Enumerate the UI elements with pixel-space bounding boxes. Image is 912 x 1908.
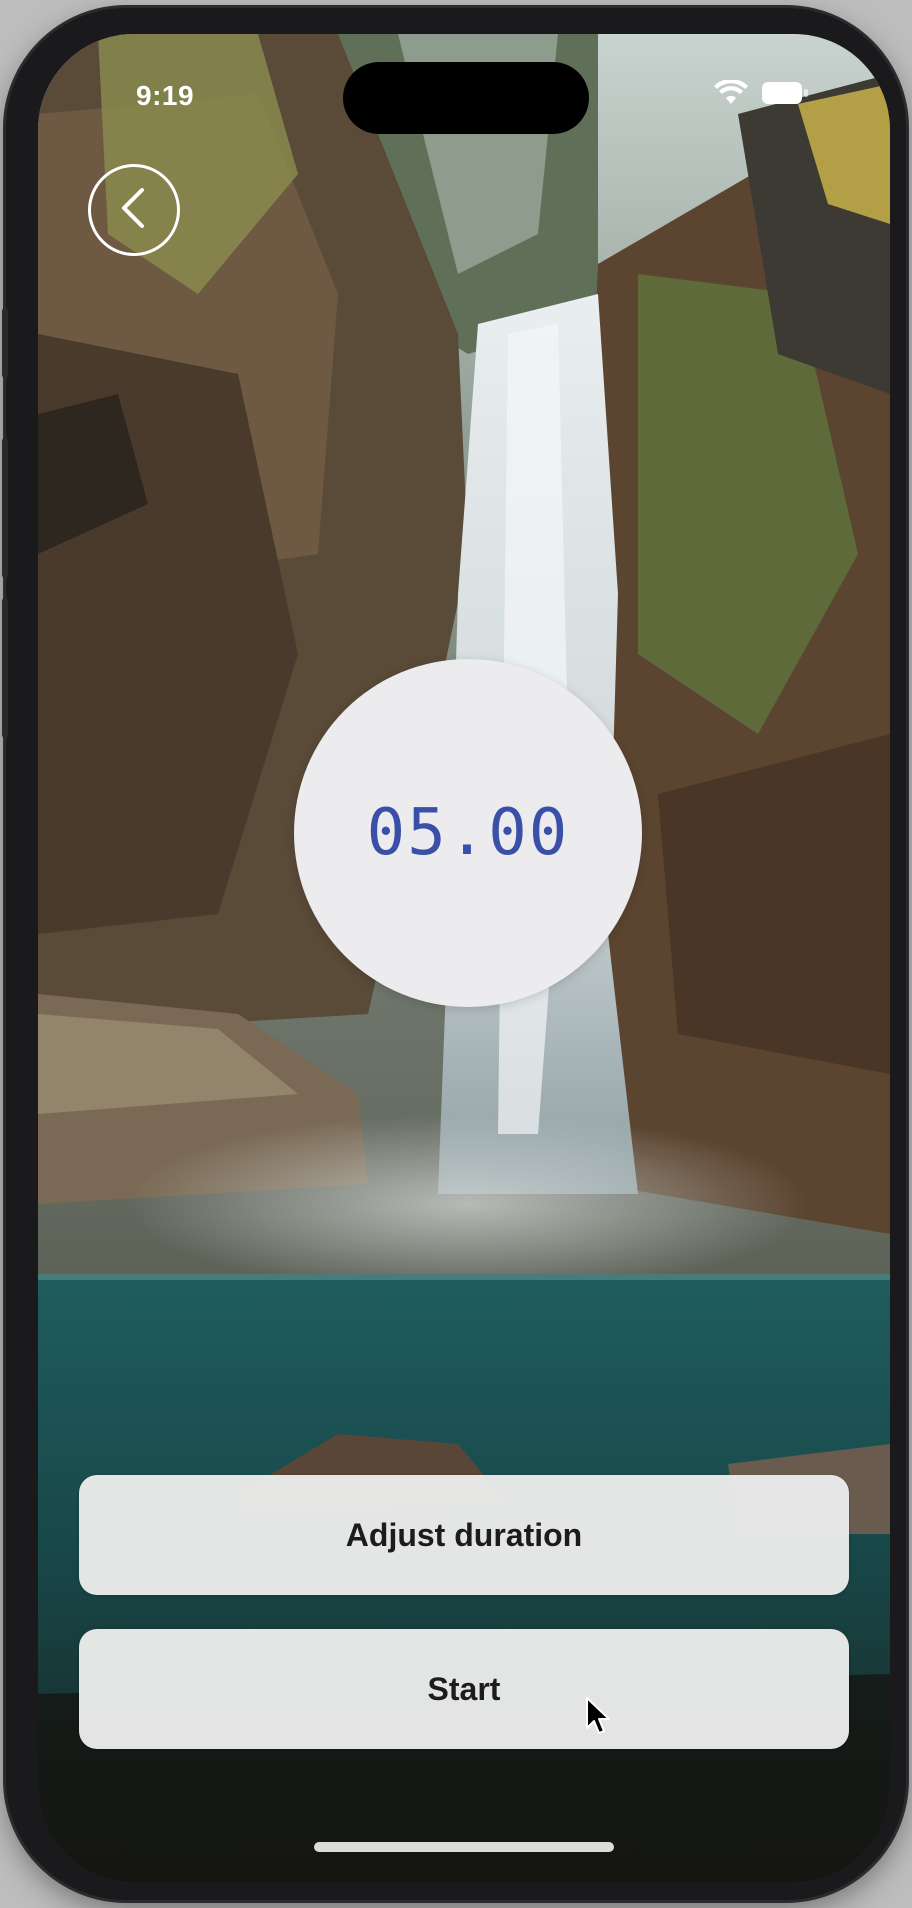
back-button[interactable]: [88, 164, 180, 256]
dynamic-island: [343, 62, 589, 134]
status-icons: [714, 78, 808, 111]
battery-icon: [762, 82, 808, 109]
status-time: 9:19: [136, 80, 195, 111]
mouse-cursor-icon: [585, 1696, 611, 1741]
wifi-icon: [714, 78, 748, 111]
chevron-left-icon: [114, 186, 154, 235]
adjust-duration-button[interactable]: Adjust duration: [79, 1475, 849, 1595]
phone-frame: 9:19 05.00 Adjust duration Start: [2, 8, 906, 1900]
mute-switch: [2, 308, 8, 378]
home-indicator[interactable]: [314, 1842, 614, 1852]
timer-circle: 05.00: [294, 659, 642, 1007]
start-button[interactable]: Start: [79, 1629, 849, 1749]
volume-down-button: [2, 598, 8, 738]
volume-up-button: [2, 438, 8, 578]
screen: 9:19 05.00 Adjust duration Start: [38, 34, 890, 1882]
timer-display: 05.00: [366, 796, 570, 870]
